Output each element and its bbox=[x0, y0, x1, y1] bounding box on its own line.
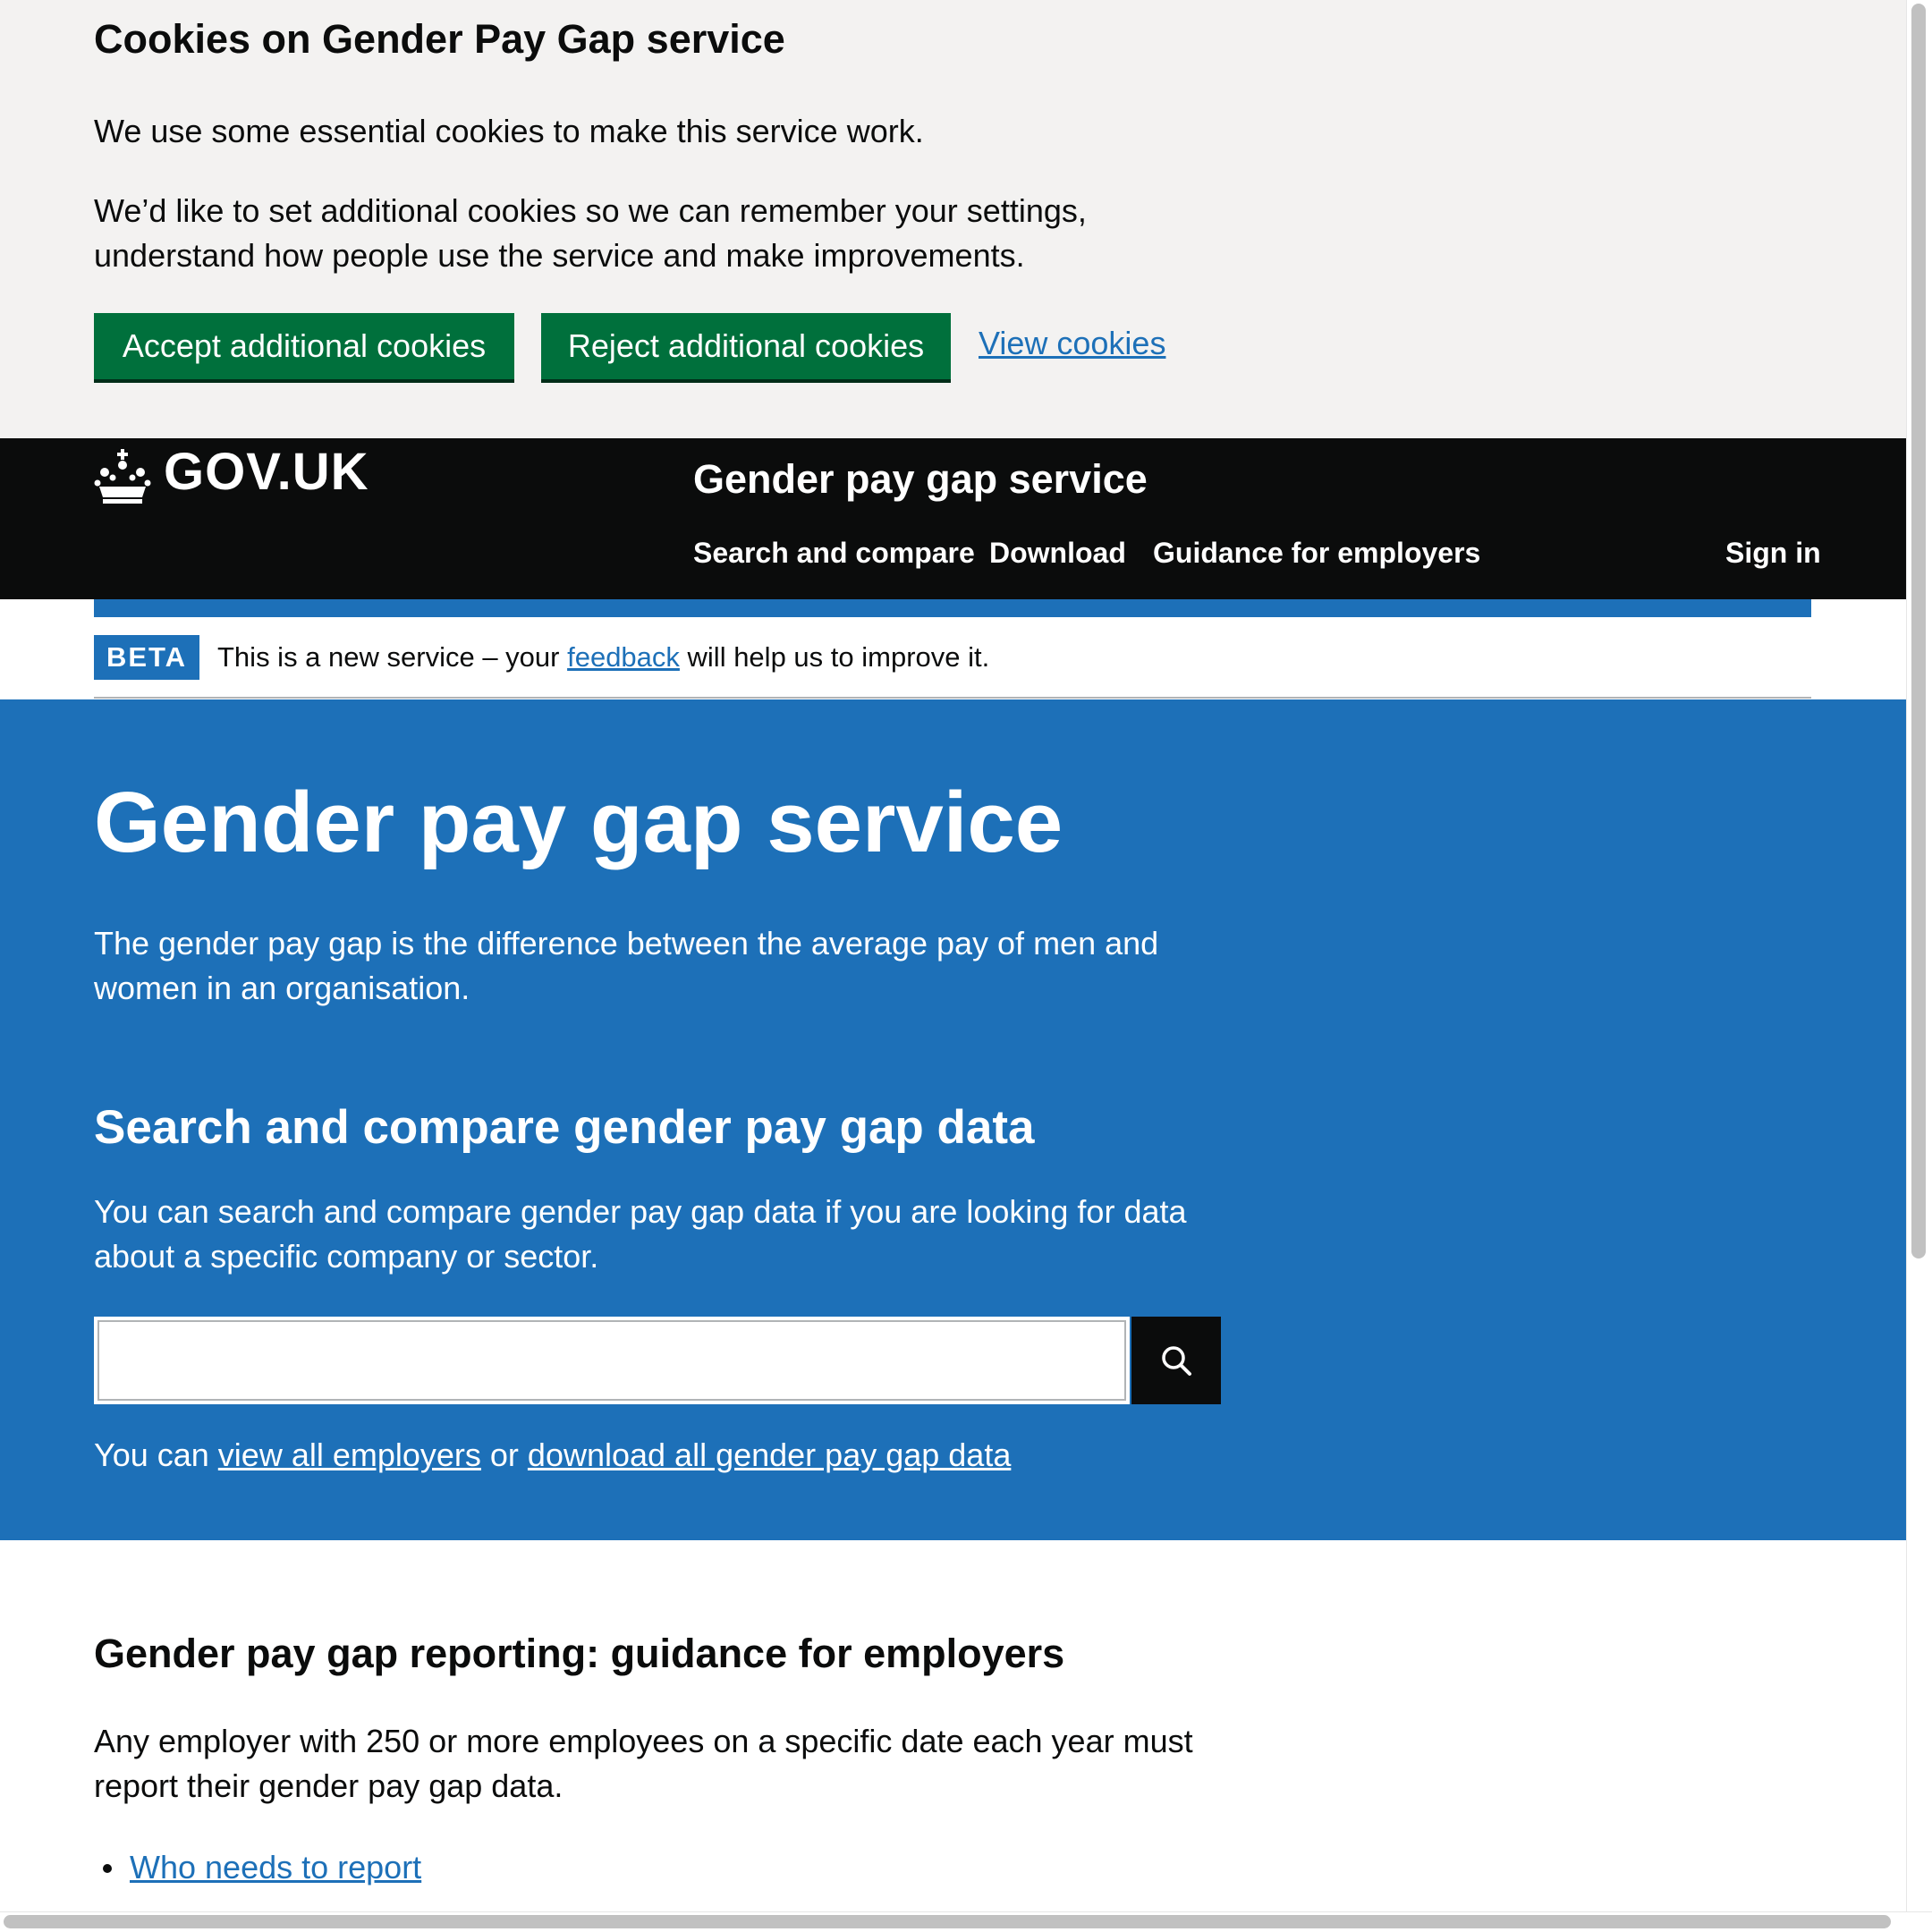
view-all-employers-link[interactable]: view all employers bbox=[218, 1436, 481, 1473]
cookie-banner-title: Cookies on Gender Pay Gap service bbox=[94, 16, 785, 62]
hero-lead-text: The gender pay gap is the difference bet… bbox=[94, 925, 1159, 1006]
beta-text-after: will help us to improve it. bbox=[679, 641, 990, 673]
beta-text-before: This is a new service – your bbox=[217, 641, 568, 673]
view-cookies-link[interactable]: View cookies bbox=[979, 325, 1165, 362]
crown-icon bbox=[94, 449, 151, 504]
search-input[interactable] bbox=[94, 1317, 1130, 1404]
search-button[interactable] bbox=[1131, 1317, 1221, 1404]
who-needs-to-report-link[interactable]: Who needs to report bbox=[130, 1849, 421, 1885]
download-all-data-link[interactable]: download all gender pay gap data bbox=[528, 1436, 1011, 1473]
accept-cookies-button[interactable]: Accept additional cookies bbox=[94, 313, 514, 379]
page: Cookies on Gender Pay Gap service We use… bbox=[0, 0, 1906, 1911]
hero-links-prefix: You can bbox=[94, 1436, 218, 1473]
service-name-link[interactable]: Gender pay gap service bbox=[693, 456, 1148, 503]
cookie-banner: Cookies on Gender Pay Gap service We use… bbox=[0, 0, 1906, 438]
vertical-scrollbar-thumb[interactable] bbox=[1911, 4, 1926, 1258]
list-item: Who needs to report bbox=[94, 1845, 421, 1890]
page-title: Gender pay gap service bbox=[94, 775, 1063, 870]
hero-links: You can view all employers or download a… bbox=[94, 1433, 1011, 1478]
hero-links-or: or bbox=[480, 1436, 528, 1473]
reject-cookies-button[interactable]: Reject additional cookies bbox=[541, 313, 951, 379]
search-description: You can search and compare gender pay ga… bbox=[94, 1193, 1187, 1275]
search-icon bbox=[1162, 1346, 1191, 1376]
nav-sign-in[interactable]: Sign in bbox=[1725, 537, 1821, 570]
site-header: GOV.UK Gender pay gap service Search and… bbox=[0, 438, 1906, 599]
horizontal-scrollbar-thumb[interactable] bbox=[4, 1915, 1891, 1928]
guidance-list: Who needs to report bbox=[94, 1845, 421, 1890]
nav-download[interactable]: Download bbox=[989, 537, 1126, 570]
guidance-text: Any employer with 250 or more employees … bbox=[94, 1723, 1193, 1804]
cookie-banner-text-additional: We’d like to set additional cookies so w… bbox=[94, 192, 1087, 274]
cookie-banner-text: We use some essential cookies to make th… bbox=[94, 113, 924, 149]
beta-tag: BETA bbox=[94, 635, 199, 680]
nav-search-and-compare[interactable]: Search and compare bbox=[693, 537, 975, 570]
search-heading: Search and compare gender pay gap data bbox=[94, 1101, 1035, 1154]
feedback-link[interactable]: feedback bbox=[567, 641, 680, 673]
govuk-logo-link[interactable]: GOV.UK bbox=[164, 442, 369, 502]
hero-section: Gender pay gap service The gender pay ga… bbox=[0, 699, 1906, 1540]
header-accent-bar bbox=[94, 599, 1811, 617]
bullet-icon bbox=[103, 1864, 112, 1873]
nav-guidance-for-employers[interactable]: Guidance for employers bbox=[1153, 537, 1480, 570]
beta-divider bbox=[94, 697, 1811, 699]
beta-banner-text: This is a new service – your feedback wi… bbox=[217, 637, 989, 678]
guidance-heading: Gender pay gap reporting: guidance for e… bbox=[94, 1631, 1065, 1676]
